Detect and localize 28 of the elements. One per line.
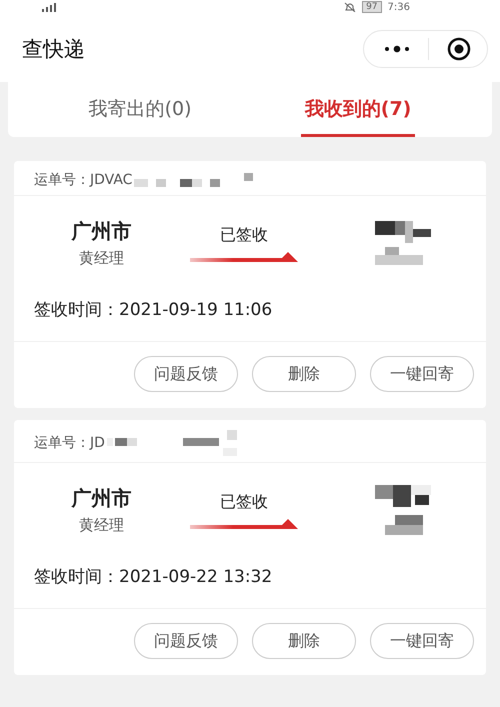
close-icon[interactable] xyxy=(447,37,471,61)
action-button[interactable]: 问题反馈 xyxy=(134,356,238,392)
sender-name: 黄经理 xyxy=(79,516,124,535)
more-icon[interactable] xyxy=(384,45,410,53)
signed-time: 签收时间：2021-09-19 11:06 xyxy=(14,282,486,342)
sender-name: 黄经理 xyxy=(79,249,124,268)
waybill-number: 运单号：JDVAC xyxy=(34,171,132,189)
waybill-number: 运单号：JD xyxy=(34,434,105,452)
progress-arrow-icon xyxy=(190,252,298,262)
progress-arrow-icon xyxy=(190,518,298,528)
action-button[interactable]: 删除 xyxy=(252,623,356,659)
status-time: 7:36 xyxy=(388,2,410,12)
bell-muted-icon xyxy=(344,2,356,12)
tab[interactable]: 我寄出的(0) xyxy=(84,96,196,137)
origin-city: 广州市 xyxy=(72,218,132,245)
tab[interactable]: 我收到的(7) xyxy=(300,96,416,137)
battery-level: 97 xyxy=(362,1,382,13)
origin-city: 广州市 xyxy=(72,485,132,512)
action-button[interactable]: 一键回寄 xyxy=(370,623,474,659)
action-button[interactable]: 一键回寄 xyxy=(370,356,474,392)
delivery-status: 已签收 xyxy=(220,492,268,512)
action-button[interactable]: 问题反馈 xyxy=(134,623,238,659)
page-title: 查快递 xyxy=(22,36,85,63)
action-button[interactable]: 删除 xyxy=(252,356,356,392)
pixelated-blur xyxy=(374,221,430,265)
pixelated-blur xyxy=(374,485,430,535)
delivery-status: 已签收 xyxy=(220,224,268,246)
signed-time: 签收时间：2021-09-22 13:32 xyxy=(14,549,486,609)
